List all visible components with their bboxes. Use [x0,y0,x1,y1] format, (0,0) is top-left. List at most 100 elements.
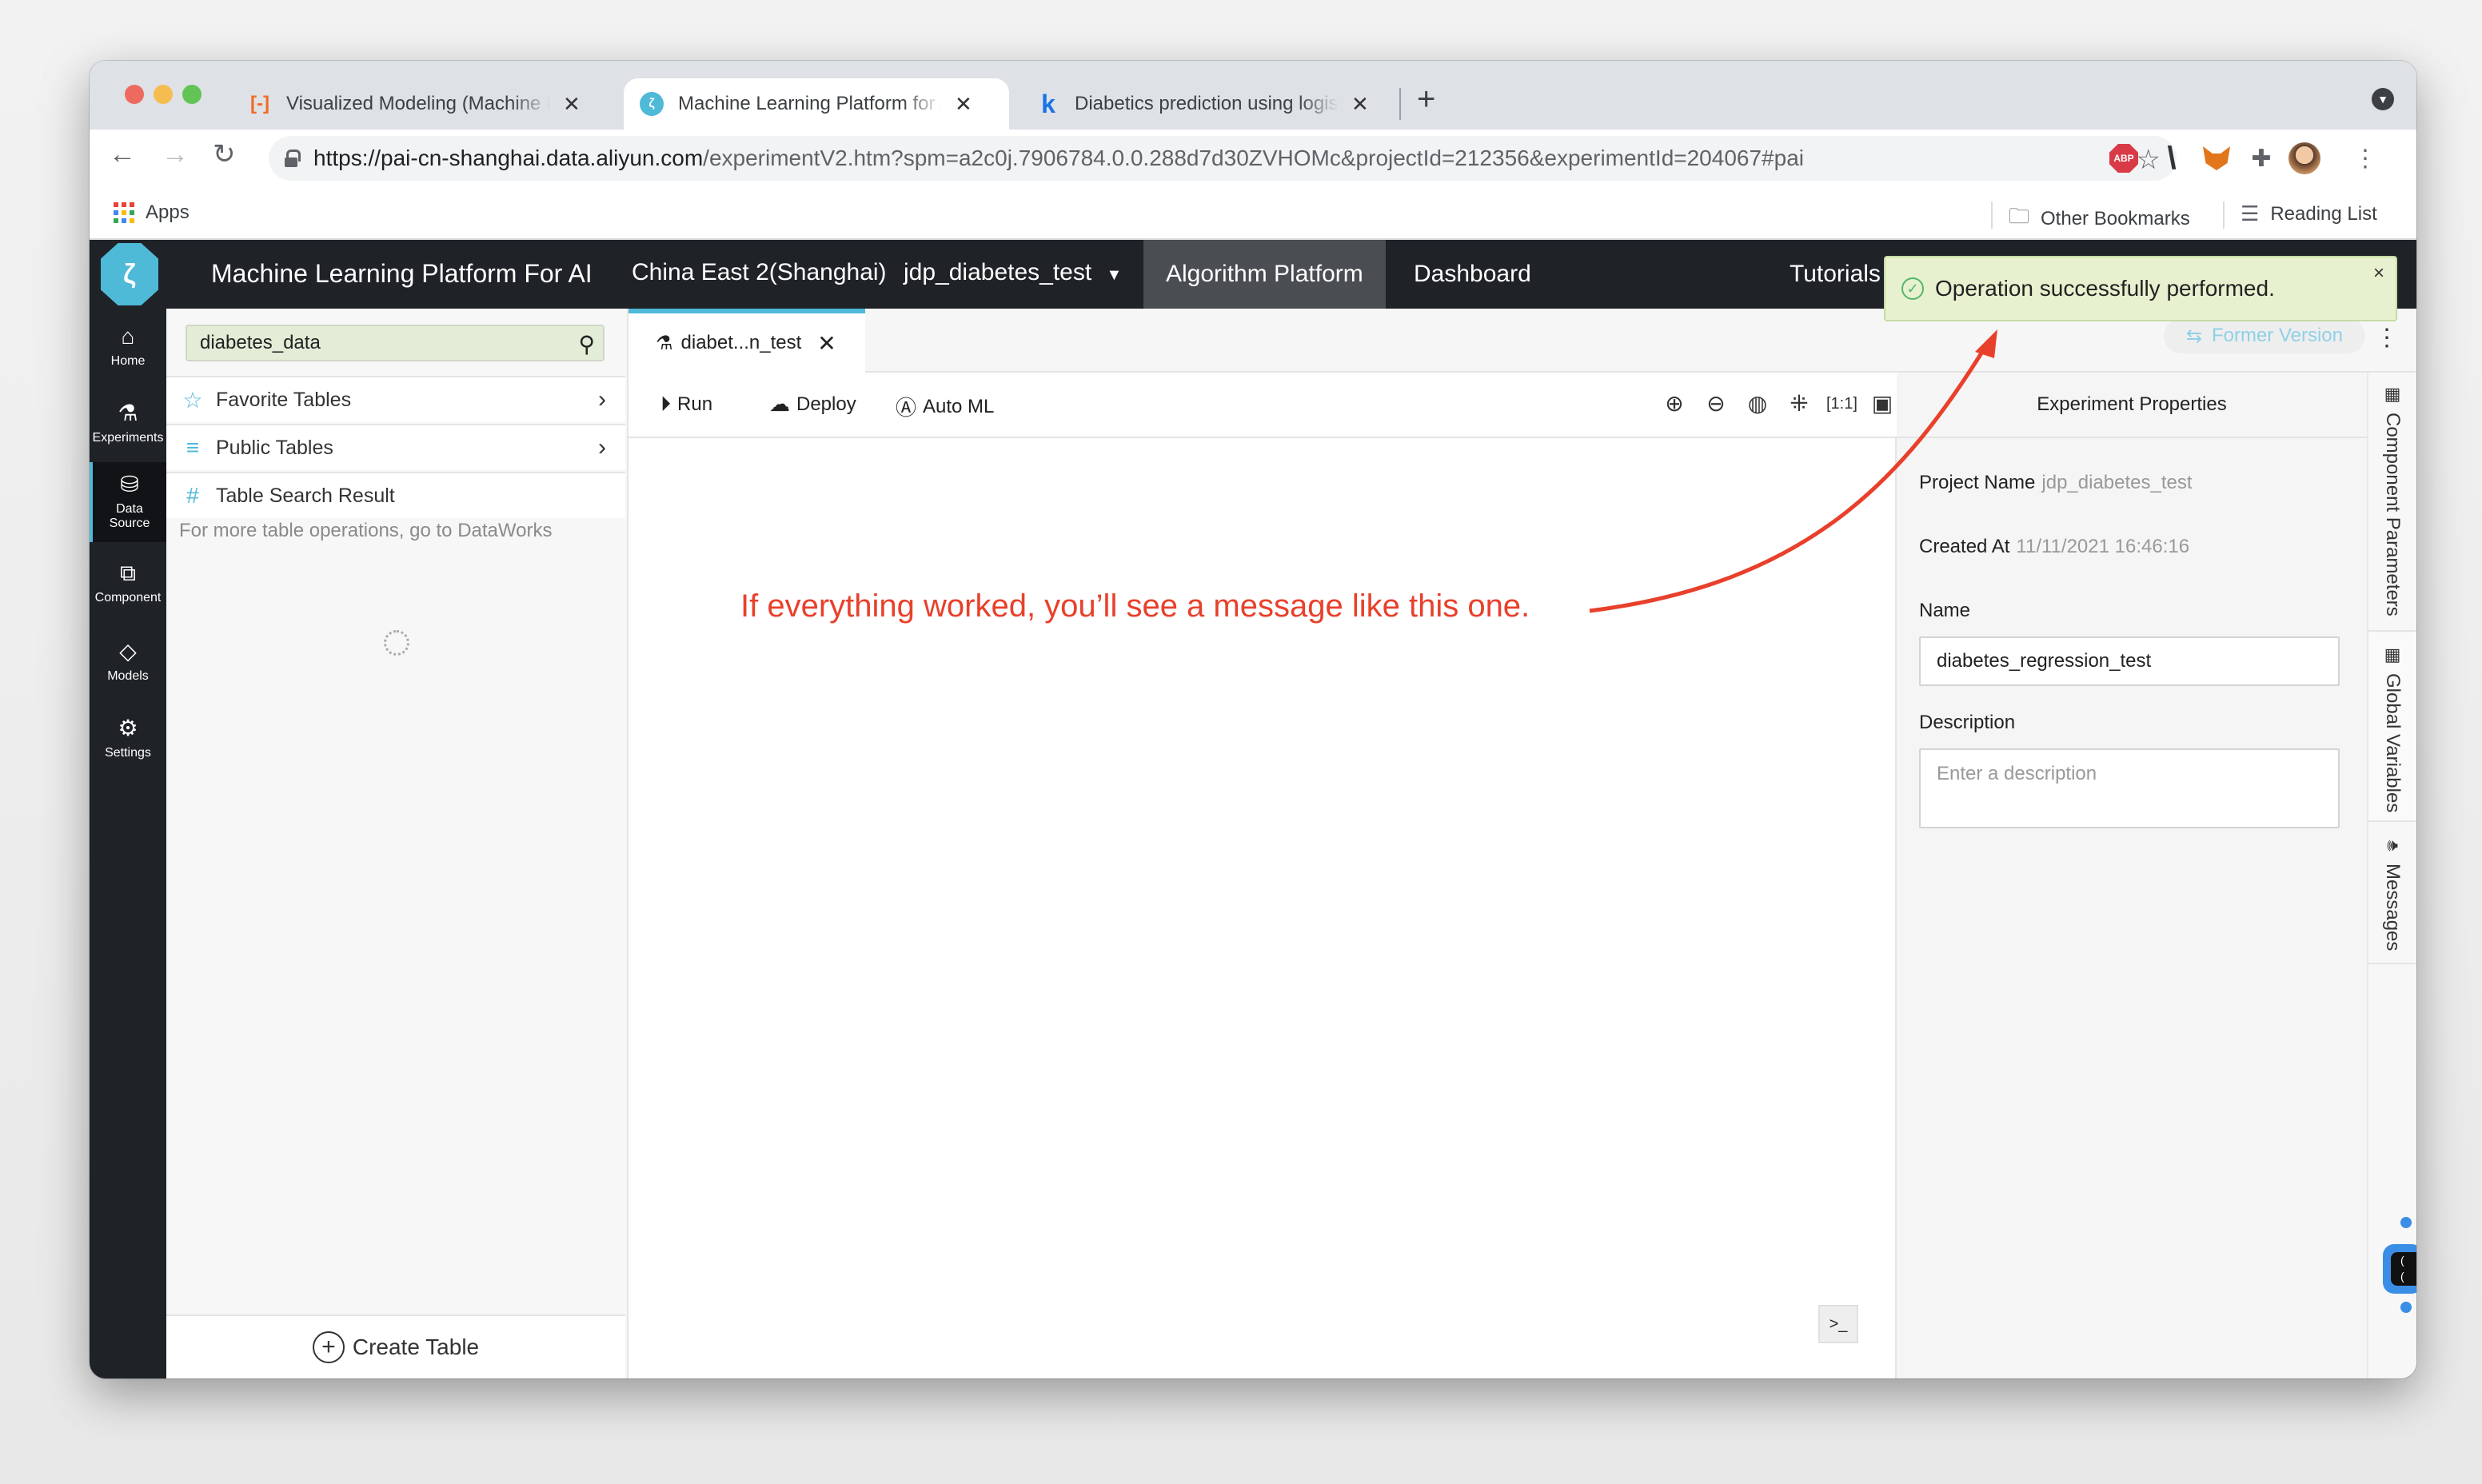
name-label: Name [1919,600,1971,621]
description-textarea[interactable]: Enter a description [1919,748,2340,828]
chevron-right-icon: › [598,386,606,413]
experiment-canvas[interactable]: >_ [628,438,1897,1378]
flask-icon: ⚗ [656,332,673,354]
chevron-right-icon: › [598,434,606,461]
actual-size-icon[interactable]: [1:1] [1826,395,1858,413]
region-selector[interactable]: China East 2(Shanghai) [632,259,887,286]
experiment-tab[interactable]: ⚗ diabet...n_test ✕ [628,309,865,373]
globe-icon[interactable]: ◍ [1743,390,1772,417]
address-bar[interactable]: https://pai-cn-shanghai.data.aliyun.com/… [269,136,2177,181]
public-tables-row[interactable]: ≡ Public Tables › [166,424,625,470]
pai-logo[interactable]: ζ [101,243,158,305]
project-selector[interactable]: jdp_diabetes_test ▼ [904,259,1122,286]
zoom-in-icon[interactable]: ⊕ [1660,390,1689,417]
tab-strip: [-] Visualized Modeling (Machine Learnin… [90,61,2416,130]
tab-messages[interactable]: 🕪 Messages [2368,824,2416,964]
nav-dashboard[interactable]: Dashboard [1391,240,1554,309]
maximize-window-button[interactable] [182,85,202,104]
table-search-result-row[interactable]: # Table Search Result [166,472,625,518]
speaker-icon: 🕪 [2387,835,2398,855]
bookmark-separator [1991,201,1993,229]
data-source-panel: diabetes_data ⚲ ☆ Favorite Tables › ≡ Pu… [166,309,628,1378]
experiment-properties-panel: Experiment Properties Project Name jdp_di… [1897,373,2367,1378]
gear-icon: ⚙ [118,716,138,741]
caret-down-icon: ▼ [1106,266,1123,284]
star-icon: ☆ [182,387,203,413]
zoom-out-icon[interactable]: ⊖ [1702,390,1730,417]
back-button[interactable]: ← [109,141,136,168]
rail-models[interactable]: ◇ Models [90,624,166,700]
nav-algorithm-platform[interactable]: Algorithm Platform [1143,240,1386,309]
flask-icon: ⚗ [118,401,138,426]
fit-center-icon[interactable]: ⁜ [1785,390,1814,417]
rail-component[interactable]: ⧉ Component [90,545,166,622]
former-version-button[interactable]: ⇆ Former Version [2163,318,2365,353]
close-tab-icon[interactable]: ✕ [817,330,836,357]
new-tab-button[interactable]: + [1417,83,1435,115]
browser-window: [-] Visualized Modeling (Machine Learnin… [90,61,2416,1378]
close-tab-icon[interactable]: ✕ [563,92,581,117]
left-nav-rail: ⌂ Home ⚗ Experiments ⛁ Data Source ⧉ Com… [90,309,166,1378]
layout-icon[interactable]: ▣ [1868,390,1897,417]
reading-list[interactable]: ☰ Reading List [2241,201,2377,226]
favorite-tables-row[interactable]: ☆ Favorite Tables › [166,376,625,422]
browser-menu-icon[interactable]: ⋮ [2353,142,2377,174]
close-window-button[interactable] [125,85,144,104]
rail-home[interactable]: ⌂ Home [90,309,166,385]
browser-tab[interactable]: [-] Visualized Modeling (Machine Learnin… [232,78,597,130]
experiment-name-input[interactable]: diabetes_regression_test [1919,636,2340,686]
reload-button[interactable]: ↻ [213,141,236,168]
cloud-upload-icon: ☁ [769,392,790,416]
apps-bookmark[interactable]: Apps [114,201,190,224]
rail-settings[interactable]: ⚙ Settings [90,700,166,777]
metamask-fox-icon[interactable] [2201,142,2233,174]
url-text: https://pai-cn-shanghai.data.aliyun.com/… [313,146,1804,170]
tab-separator [1399,88,1401,120]
puzzle-icon: ⧉ [120,560,136,586]
bookmark-separator [2223,201,2225,229]
close-tab-icon[interactable]: ✕ [955,92,972,117]
search-icon[interactable]: ⚲ [578,331,595,357]
close-tab-icon[interactable]: ✕ [1351,92,1369,117]
dataworks-note: For more table operations, go to DataWor… [179,520,553,541]
rail-experiments[interactable]: ⚗ Experiments [90,385,166,462]
browser-toolbar: ← → ↻ https://pai-cn-shanghai.data.aliyu… [90,130,2416,189]
database-icon: ⛁ [120,472,139,497]
deploy-button[interactable]: ☁ Deploy [769,392,856,417]
slash-extension-icon[interactable]: \ [2156,141,2188,176]
puzzle-extensions-icon[interactable]: ✚ [2245,142,2277,174]
diamond-icon: ◇ [119,639,137,664]
tab-component-parameters[interactable]: ▦ Component Parameters [2368,373,2416,632]
tab-global-variables[interactable]: ▦ Global Variables [2368,633,2416,822]
other-bookmarks[interactable]: 🗀 Other Bookmarks [2009,201,2190,237]
run-button[interactable]: ⏵ Run [660,392,712,417]
created-at-field: Created At 11/11/2021 16:46:16 [1919,536,2190,557]
loading-spinner [384,630,409,656]
nav-tutorials[interactable]: Tutorials [1767,240,1903,309]
pai-logo-icon: ζ [640,92,664,116]
alibaba-cloud-icon: [-] [250,93,269,114]
product-title: Machine Learning Platform For AI [211,259,593,288]
rail-data-source[interactable]: ⛁ Data Source [90,462,166,542]
play-circle-icon: ⏵ [660,392,672,416]
browser-tab-active[interactable]: ζ Machine Learning Platform for AI ✕ [624,78,1009,130]
terminal-icon[interactable]: >_ [1818,1305,1858,1343]
automl-icon: Ⓐ [896,396,917,420]
create-table-button[interactable]: + Create Table [166,1314,625,1378]
table-search-input[interactable]: diabetes_data ⚲ [186,325,605,361]
browser-tab[interactable]: k Diabetics prediction using logistic ✕ [1020,78,1385,130]
automl-button[interactable]: Ⓐ Auto ML [896,392,994,421]
profile-avatar[interactable] [2288,142,2320,174]
home-icon: ⌂ [121,324,135,349]
forward-button[interactable]: → [162,141,189,168]
tab-search-button[interactable]: ▼ [2372,88,2394,110]
more-options-icon[interactable]: ⋮ [2375,326,2399,350]
adblock-extension-icon[interactable]: ABP [2108,142,2140,174]
swap-icon: ⇆ [2185,325,2202,347]
properties-title: Experiment Properties [1897,373,2367,438]
bookmarks-bar: Apps 🗀 Other Bookmarks ☰ Reading List [90,189,2416,240]
grid-list-icon: ▦ [2384,384,2401,404]
close-toast-button[interactable]: × [2373,262,2384,285]
minimize-window-button[interactable] [154,85,173,104]
assistant-robot-icon[interactable]: (( [2383,1217,2416,1313]
